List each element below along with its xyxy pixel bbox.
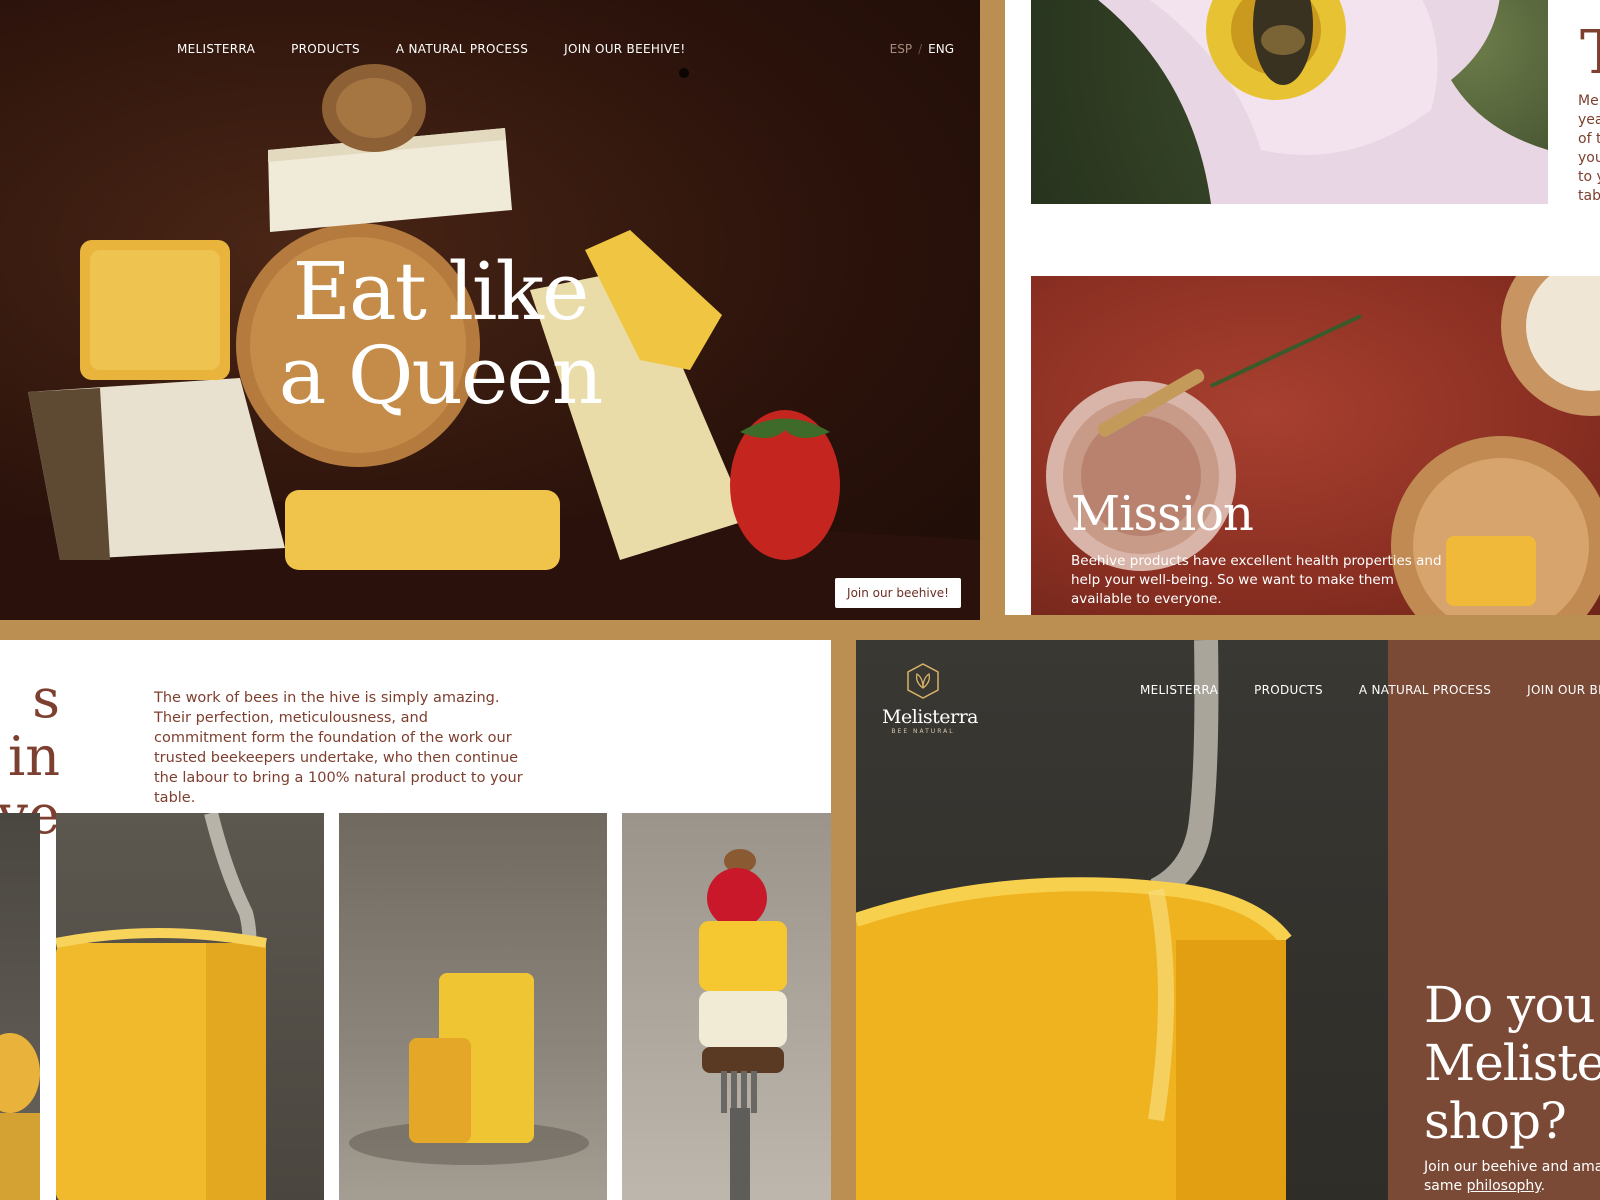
about-text-line: Me [1578, 93, 1599, 109]
nav-item-join-beehive[interactable]: JOIN OUR BEEHI [1527, 683, 1600, 697]
shop-text: Join our beehive and amaz same philosoph… [1424, 1158, 1600, 1196]
about-panel: T Me yea of t you to y tab Mission Beehi… [1005, 0, 1600, 615]
about-title-fragment: T [1580, 18, 1600, 88]
join-beehive-button[interactable]: Join our beehive! [835, 578, 961, 608]
nav-item-melisterra[interactable]: MELISTERRA [177, 42, 255, 56]
about-text-line: you [1578, 150, 1600, 166]
logo-name: Melisterra [882, 706, 978, 728]
about-text-line: of t [1578, 131, 1600, 147]
shop-text-line-1: Join our beehive and amaz [1424, 1159, 1600, 1175]
lang-separator: / [918, 42, 923, 56]
gallery-photo-honey-dipper [56, 813, 324, 1200]
nav-item-join-beehive[interactable]: JOIN OUR BEEHIVE! [564, 42, 685, 56]
nav-item-products[interactable]: PRODUCTS [1254, 683, 1323, 697]
melisterra-logo[interactable]: Melisterra BEE NATURAL [882, 662, 978, 735]
nav-item-melisterra[interactable]: MELISTERRA [1140, 683, 1218, 697]
shop-text-prefix: same [1424, 1178, 1467, 1194]
lang-esp[interactable]: ESP [890, 42, 912, 56]
about-text: Me yea of t you to y tab [1578, 92, 1600, 206]
shop-title-line-2: Melister [1424, 1034, 1600, 1092]
shop-text-suffix: . [1540, 1178, 1546, 1194]
shop-panel: Melisterra BEE NATURAL MELISTERRA PRODUC… [856, 640, 1600, 1200]
honey-drip-illustration [0, 1033, 40, 1200]
hero-panel: MELISTERRA PRODUCTS A NATURAL PROCESS JO… [0, 0, 980, 620]
lang-eng[interactable]: ENG [928, 42, 954, 56]
nav-item-natural-process[interactable]: A NATURAL PROCESS [396, 42, 528, 56]
shop-title-line-1: Do you v [1424, 976, 1600, 1034]
shop-nav: MELISTERRA PRODUCTS A NATURAL PROCESS JO… [1140, 683, 1600, 697]
hero-nav: MELISTERRA PRODUCTS A NATURAL PROCESS JO… [177, 42, 686, 56]
nav-item-natural-process[interactable]: A NATURAL PROCESS [1359, 683, 1491, 697]
nav-item-products[interactable]: PRODUCTS [291, 42, 360, 56]
philosophy-link[interactable]: philosophy [1467, 1178, 1541, 1194]
language-switcher: ESP / ENG [890, 42, 954, 56]
cursor-dot [679, 68, 689, 78]
flower-photo [1031, 0, 1548, 204]
bees-text: The work of bees in the hive is simply a… [154, 690, 523, 806]
logo-tagline: BEE NATURAL [891, 728, 955, 735]
bees-title-line-1: s in [7, 667, 60, 788]
flower-bee-illustration [1098, 0, 1548, 204]
about-text-line: to y [1578, 169, 1600, 185]
mission-text: Beehive products have excellent health p… [1071, 553, 1442, 607]
shop-title-line-3: shop? [1424, 1092, 1567, 1150]
hero-title-line-1: Eat like [292, 245, 590, 338]
honeycomb-dipper-illustration [56, 813, 267, 1200]
hero-title-line-2: a Queen [278, 329, 603, 422]
shop-title: Do you v Melister shop? [1424, 976, 1600, 1150]
about-text-line: yea [1578, 112, 1600, 128]
hexagon-flower-icon [907, 663, 939, 699]
mission-card: Mission Beehive products have excellent … [1031, 276, 1600, 615]
fork-bite-illustration [699, 849, 787, 1200]
hero-title: Eat like a Queen [200, 250, 680, 418]
about-text-line: tab [1578, 188, 1600, 204]
gallery-photo-fork-bite [622, 813, 831, 1200]
shop-text-line-2: same philosophy. [1424, 1177, 1600, 1196]
mission-title: Mission [1071, 486, 1254, 542]
gallery-photo-honey-partial [0, 813, 40, 1200]
bees-panel: s in ve The work of bees in the hive is … [0, 640, 831, 1200]
honeycomb-blocks-illustration [349, 973, 589, 1165]
gallery-photo-honeycomb-blocks [339, 813, 607, 1200]
